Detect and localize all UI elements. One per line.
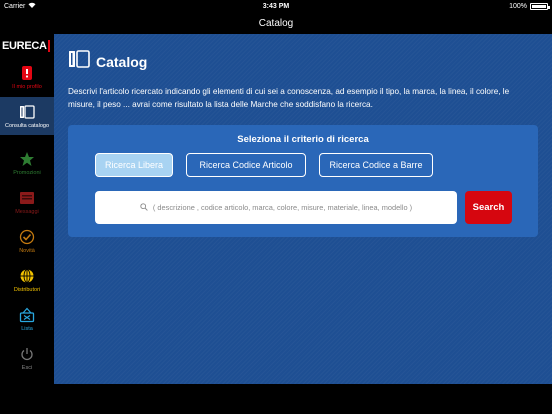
search-button-label: Search	[472, 202, 505, 213]
criterion-free-search-button[interactable]: Ricerca Libera	[95, 153, 173, 177]
panel-title: Seleziona il criterio di ricerca	[237, 134, 369, 145]
criterion-label: Ricerca Codice a Barre	[329, 160, 423, 170]
main-content: Catalog Descrivi l'articolo ricercato in…	[54, 34, 552, 384]
basket-icon	[19, 307, 35, 323]
criterion-label: Ricerca Codice Articolo	[199, 160, 293, 170]
carrier-label: Carrier	[4, 2, 26, 10]
page-description: Descrivi l'articolo ricercato indicando …	[68, 87, 510, 109]
sidebar-item-label: Promozioni	[13, 169, 41, 176]
criterion-barcode-button[interactable]: Ricerca Codice a Barre	[319, 153, 433, 177]
battery-percent: 100%	[509, 2, 527, 10]
star-icon	[19, 151, 35, 167]
eureca-logo: EURECA	[2, 39, 50, 53]
sidebar-item-label: Il mio profilo	[12, 83, 42, 90]
battery-icon	[530, 2, 550, 10]
logo-red-mark	[47, 40, 50, 52]
page-title-text: Catalog	[96, 53, 148, 70]
status-left: Carrier	[4, 2, 204, 10]
search-icon	[140, 202, 148, 213]
logo-text: EURECA	[2, 40, 47, 52]
catalog-book-icon	[19, 104, 35, 120]
search-input[interactable]: ( descrizione , codice articolo, marca, …	[95, 191, 457, 224]
globe-icon	[19, 268, 35, 284]
search-button[interactable]: Search	[465, 191, 512, 224]
status-time: 3:43 PM	[262, 2, 290, 10]
sidebar-item-distributors[interactable]: Distributori	[0, 261, 54, 299]
sidebar-item-label: Distributori	[13, 286, 41, 293]
checkmark-icon	[19, 229, 35, 245]
sidebar-item-label: Lista	[21, 325, 33, 332]
sidebar-item-promotions[interactable]: Promozioni	[0, 144, 54, 182]
nav-bar: Catalog	[0, 12, 552, 34]
sidebar-item-news[interactable]: Novità	[0, 222, 54, 260]
status-bar: Carrier 3:43 PM 100%	[0, 0, 552, 12]
status-right: 100%	[348, 2, 550, 10]
catalog-book-icon	[68, 50, 90, 73]
sidebar-item-catalog[interactable]: Consulta catalogo	[0, 97, 54, 135]
criterion-label: Ricerca Libera	[104, 160, 164, 170]
search-placeholder: ( descrizione , codice articolo, marca, …	[152, 203, 413, 212]
profile-icon	[19, 65, 35, 81]
page-title: Catalog	[68, 50, 147, 73]
bottom-bar	[54, 384, 552, 414]
sidebar-item-label: Messaggi	[15, 208, 39, 215]
wifi-icon	[28, 2, 36, 10]
sidebar-item-label: Esci	[21, 364, 33, 371]
sidebar-item-exit[interactable]: Esci	[0, 339, 54, 377]
power-icon	[19, 346, 35, 362]
search-panel: Seleziona il criterio di ricerca Ricerca…	[68, 125, 538, 237]
screen: Carrier 3:43 PM 100% Catalog EURECA Il m…	[0, 0, 552, 414]
sidebar-item-label: Consulta catalogo	[4, 122, 50, 129]
sidebar-item-profile[interactable]: Il mio profilo	[0, 58, 54, 96]
sidebar-item-label: Novità	[19, 247, 35, 254]
nav-title: Catalog	[258, 17, 294, 29]
criterion-article-code-button[interactable]: Ricerca Codice Articolo	[186, 153, 306, 177]
sidebar: EURECA Il mio profilo Consulta catalogo …	[0, 34, 54, 414]
sidebar-item-messages[interactable]: Messaggi	[0, 183, 54, 221]
message-icon	[19, 190, 35, 206]
sidebar-item-list[interactable]: Lista	[0, 300, 54, 338]
